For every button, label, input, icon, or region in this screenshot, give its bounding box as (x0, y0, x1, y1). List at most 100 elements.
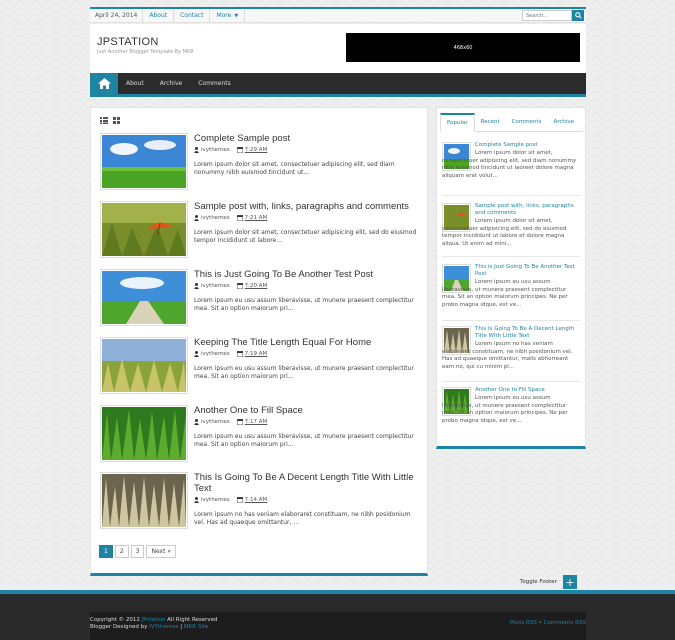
post-title[interactable]: Sample post with, links, paragraphs and … (194, 201, 418, 212)
divider (442, 320, 580, 321)
post-title[interactable]: This Is Going To Be A Decent Length Titl… (194, 472, 418, 494)
search-button[interactable] (572, 10, 584, 21)
calendar-icon (236, 283, 243, 289)
view-toggle (100, 117, 120, 124)
pagination: 1 2 3 Next » (99, 545, 177, 558)
post-excerpt: Lorem ipsum dolor sit amet, consectetuer… (194, 161, 395, 176)
sidebar-item: Complete Sample post Lorem ipsum dolor s… (442, 142, 580, 192)
post-title[interactable]: Another One to Fill Space (194, 405, 418, 416)
page-1-button[interactable]: 1 (99, 545, 113, 558)
post-title[interactable]: This is Just Going To Be Another Test Po… (194, 269, 418, 280)
post-thumbnail[interactable] (100, 472, 188, 529)
search-input[interactable] (522, 10, 572, 21)
mkr-site-link[interactable]: MKR Site (184, 624, 208, 630)
search-icon (574, 12, 582, 19)
top-link-about[interactable]: About (143, 9, 175, 22)
sidebar-item-title[interactable]: Another One to Fill Space (475, 387, 580, 394)
sidebar-item-text: Lorem ipsum eu usu assum liberavisse, ut… (442, 395, 568, 424)
post-author[interactable]: ivythemes (201, 419, 230, 425)
calendar-icon (236, 147, 243, 153)
post-time[interactable]: 7:20 AM (245, 283, 268, 289)
post-item: Sample post with, links, paragraphs and … (100, 201, 420, 261)
post-item: This is Just Going To Be Another Test Po… (100, 269, 420, 329)
post-time[interactable]: 7:19 AM (245, 351, 268, 357)
post-title[interactable]: Complete Sample post (194, 133, 418, 144)
post-thumbnail[interactable] (100, 405, 188, 462)
tab-recent[interactable]: Recent (475, 113, 506, 131)
sidebar-item-title[interactable]: Sample post with, links, paragraphs and … (475, 203, 580, 217)
post-author[interactable]: ivythemes (201, 497, 230, 503)
list-view-icon[interactable] (100, 117, 108, 124)
sidebar-item-text: Lorem ipsum no has veniam elaboraret con… (442, 341, 573, 370)
nav-item-archive[interactable]: Archive (152, 73, 190, 94)
post-item: Another One to Fill Space ivythemes 7:17… (100, 405, 420, 465)
post-meta: ivythemes 7:19 AM (194, 351, 267, 357)
post-meta: ivythemes 7:21 AM (194, 215, 267, 221)
user-icon (194, 215, 199, 221)
nav-item-comments[interactable]: Comments (190, 73, 239, 94)
post-time[interactable]: 7:17 AM (245, 419, 268, 425)
site-tagline: Just Another Blogger Template By MKR (97, 49, 194, 55)
post-author[interactable]: ivythemes (201, 351, 230, 357)
post-thumbnail[interactable] (100, 269, 188, 326)
post-thumbnail[interactable] (100, 337, 188, 394)
post-time[interactable]: 7:29 AM (245, 147, 268, 153)
chevron-down-icon: ▼ (234, 12, 239, 19)
post-author[interactable]: ivythemes (201, 283, 230, 289)
calendar-icon (236, 419, 243, 425)
designer-link[interactable]: IVYthemes (149, 624, 178, 630)
sidebar-tabs: Popular Recent Comments Archive (440, 113, 583, 132)
top-link-more[interactable]: More ▼ (210, 9, 246, 22)
home-button[interactable] (90, 73, 118, 94)
sidebar-item-text: Lorem ipsum eu usu assum liberavisse, ut… (442, 279, 568, 308)
copyright-site-link[interactable]: JPstation (142, 617, 166, 623)
post-thumbnail[interactable] (100, 133, 188, 190)
post-author[interactable]: ivythemes (201, 215, 230, 221)
tab-popular[interactable]: Popular (440, 113, 475, 132)
post-time[interactable]: 7:21 AM (245, 215, 268, 221)
dry-grass-image (102, 474, 186, 527)
post-excerpt: Lorem ipsum no has veniam elaboraret con… (194, 511, 411, 526)
post-meta: ivythemes 7:20 AM (194, 283, 267, 289)
current-date: April 24, 2014 (90, 9, 144, 22)
page-3-button[interactable]: 3 (130, 545, 145, 558)
comments-rss-link[interactable]: Comments RSS (544, 620, 586, 626)
footer-accent-strip (0, 590, 675, 594)
sidebar-item-text: Lorem ipsum dolor sit amet, consectetuer… (442, 150, 577, 179)
calendar-icon (236, 497, 243, 503)
ad-banner[interactable]: 468x60 (346, 33, 580, 62)
tab-comments[interactable]: Comments (506, 113, 548, 131)
top-link-contact[interactable]: Contact (174, 9, 211, 22)
divider (442, 195, 580, 196)
post-thumbnail[interactable] (100, 201, 188, 258)
nav-item-about[interactable]: About (118, 73, 152, 94)
post-meta: ivythemes 7:14 AM (194, 497, 267, 503)
wheat-field-image (102, 339, 186, 392)
post-list-panel: Complete Sample post ivythemes 7:29 AM L… (90, 107, 428, 576)
site-footer: Copyright © 2012 JPstation All Right Res… (0, 590, 675, 640)
post-author[interactable]: ivythemes (201, 147, 230, 153)
toggle-footer-label: Toggle Footer (520, 579, 557, 585)
post-meta: ivythemes 7:17 AM (194, 419, 267, 425)
sidebar-item-title[interactable]: Complete Sample post (475, 142, 580, 149)
post-meta: ivythemes 7:29 AM (194, 147, 267, 153)
sidebar-item-title[interactable]: This is Just Going To Be Another Test Po… (475, 264, 580, 278)
site-logo[interactable]: JPSTATION (97, 36, 159, 48)
designer-line: Blogger Designed by IVYthemes | MKR Site (90, 624, 208, 630)
post-excerpt: Lorem ipsum eu usu assum liberavisse, ut… (194, 365, 414, 380)
search-box (522, 10, 584, 21)
post-excerpt: Lorem ipsum dolor sit amet, consectetuer… (194, 229, 417, 244)
grid-view-icon[interactable] (113, 117, 120, 124)
plus-icon[interactable]: + (562, 575, 577, 589)
user-icon (194, 147, 199, 153)
tab-archive[interactable]: Archive (547, 113, 580, 131)
sidebar-item-title[interactable]: This Is Going To Be A Decent Length Titl… (475, 326, 580, 340)
posts-rss-link[interactable]: Posts RSS (510, 620, 537, 626)
road-field-image (102, 271, 186, 324)
page-2-button[interactable]: 2 (114, 545, 129, 558)
next-page-button[interactable]: Next » (146, 545, 177, 558)
designer-separator: | (180, 624, 183, 630)
post-title[interactable]: Keeping The Title Length Equal For Home (194, 337, 418, 348)
post-time[interactable]: 7:14 AM (245, 497, 268, 503)
sidebar-item: This Is Going To Be A Decent Length Titl… (442, 326, 580, 381)
